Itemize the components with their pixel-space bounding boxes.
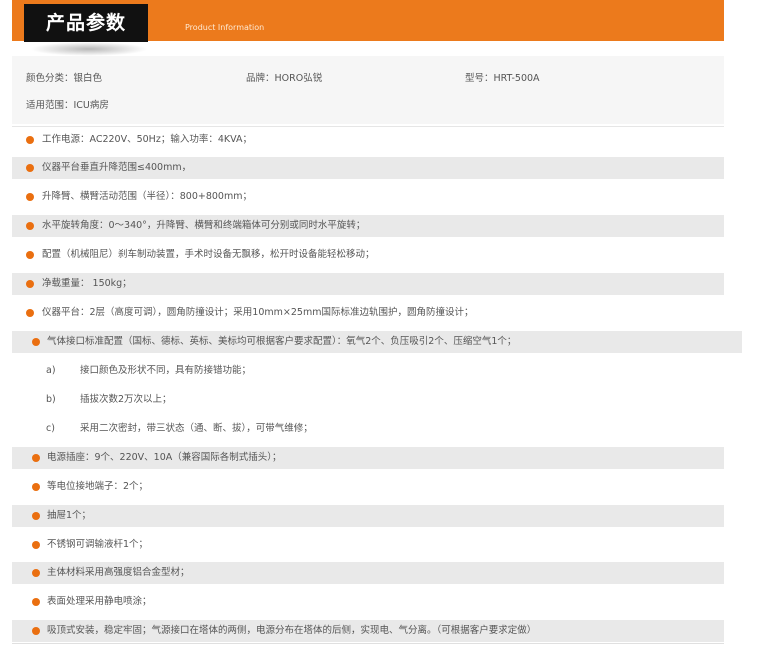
title-shadow [30, 42, 148, 56]
spec-text: 气体接口标准配置（国标、德标、英标、美标均可根据客户要求配置）：氧气2个、负压吸… [47, 336, 517, 347]
bullet-icon [32, 627, 40, 635]
list-item: 电源插座：9个、220V、10A（兼容国际各制式插头）； [12, 447, 724, 469]
spec-text: 仪器平台垂直升降范围≤400mm， [42, 162, 192, 173]
spec-text: 抽屉1个； [47, 510, 92, 521]
list-item: 升降臂、横臂活动范围（半径）：800+800mm； [12, 186, 724, 208]
list-item: 主体材料采用高强度铝合金型材； [12, 562, 724, 584]
bullet-icon [26, 222, 34, 230]
bullet-icon [32, 483, 40, 491]
bullet-icon [26, 309, 34, 317]
list-item: 仪器平台垂直升降范围≤400mm， [12, 157, 724, 179]
spec-text: 吸顶式安装，稳定牢固；气源接口在塔体的两侧，电源分布在塔体的后侧，实现电、气分离… [47, 625, 537, 636]
list-item: 表面处理采用静电喷涂； [12, 591, 724, 613]
spec-text: 仪器平台：2层（高度可调），圆角防撞设计；采用10mm×25mm国际标准边轨围护… [42, 307, 474, 318]
sub-item-text: 采用二次密封，带三状态（通、断、拔），可带气维修； [80, 423, 313, 434]
spec-text: 主体材料采用高强度铝合金型材； [47, 567, 190, 578]
list-item: c) 采用二次密封，带三状态（通、断、拔），可带气维修； [12, 418, 724, 440]
sub-item-mark: c) [46, 423, 55, 434]
list-item: 配置（机械阻尼）刹车制动装置，手术时设备无飘移，松开时设备能轻松移动； [12, 244, 724, 266]
spec-text: 等电位接地端子：2个； [47, 481, 149, 492]
list-item: 吸顶式安装，稳定牢固；气源接口在塔体的两侧，电源分布在塔体的后侧，实现电、气分离… [12, 620, 724, 642]
bullet-icon [32, 454, 40, 462]
bullet-icon [32, 569, 40, 577]
spec-text: 水平旋转角度：0～340°，升降臂、横臂和终端箱体可分别或同时水平旋转； [42, 220, 366, 231]
bullet-icon [26, 164, 34, 172]
info-model: 型号：HRT-500A [465, 73, 540, 84]
list-item: 净载重量： 150kg； [12, 273, 724, 295]
sub-item-text: 接口颜色及形状不同，具有防接错功能； [80, 365, 252, 376]
spec-text: 净载重量： 150kg； [42, 278, 132, 289]
info-brand: 品牌：HORO弘锐 [246, 73, 323, 84]
list-item: 工作电源：AC220V、50Hz；输入功率：4KVA； [12, 129, 724, 151]
info-color: 颜色分类：银白色 [26, 73, 103, 84]
bullet-icon [32, 598, 40, 606]
list-item: 不锈钢可调输液杆1个； [12, 534, 724, 556]
spec-text: 配置（机械阻尼）刹车制动装置，手术时设备无飘移，松开时设备能轻松移动； [42, 249, 375, 260]
info-panel [12, 56, 724, 124]
list-item: 水平旋转角度：0～340°，升降臂、横臂和终端箱体可分别或同时水平旋转； [12, 215, 724, 237]
list-item: 抽屉1个； [12, 505, 724, 527]
bullet-icon [26, 193, 34, 201]
info-scope: 适用范围：ICU病房 [26, 100, 109, 111]
page-title: 产品参数 [24, 4, 148, 42]
list-item: a) 接口颜色及形状不同，具有防接错功能； [12, 360, 724, 382]
divider [12, 643, 724, 644]
list-item: 等电位接地端子：2个； [12, 476, 724, 498]
list-item: 气体接口标准配置（国标、德标、英标、美标均可根据客户要求配置）：氧气2个、负压吸… [12, 331, 742, 353]
sub-item-text: 插拔次数2万次以上； [80, 394, 172, 405]
header-subtitle: Product Information [185, 23, 265, 32]
bullet-icon [26, 251, 34, 259]
spec-text: 不锈钢可调输液杆1个； [47, 539, 149, 550]
list-item: b) 插拔次数2万次以上； [12, 389, 724, 411]
spec-text: 工作电源：AC220V、50Hz；输入功率：4KVA； [42, 134, 252, 145]
spec-text: 升降臂、横臂活动范围（半径）：800+800mm； [42, 191, 252, 202]
bullet-icon [26, 280, 34, 288]
spec-text: 电源插座：9个、220V、10A（兼容国际各制式插头）； [47, 452, 282, 463]
bullet-icon [32, 338, 40, 346]
list-item: 仪器平台：2层（高度可调），圆角防撞设计；采用10mm×25mm国际标准边轨围护… [12, 302, 724, 324]
sub-item-mark: b) [46, 394, 56, 405]
bullet-icon [32, 512, 40, 520]
divider [12, 126, 724, 127]
sub-item-mark: a) [46, 365, 56, 376]
bullet-icon [32, 541, 40, 549]
spec-text: 表面处理采用静电喷涂； [47, 596, 152, 607]
bullet-icon [26, 136, 34, 144]
